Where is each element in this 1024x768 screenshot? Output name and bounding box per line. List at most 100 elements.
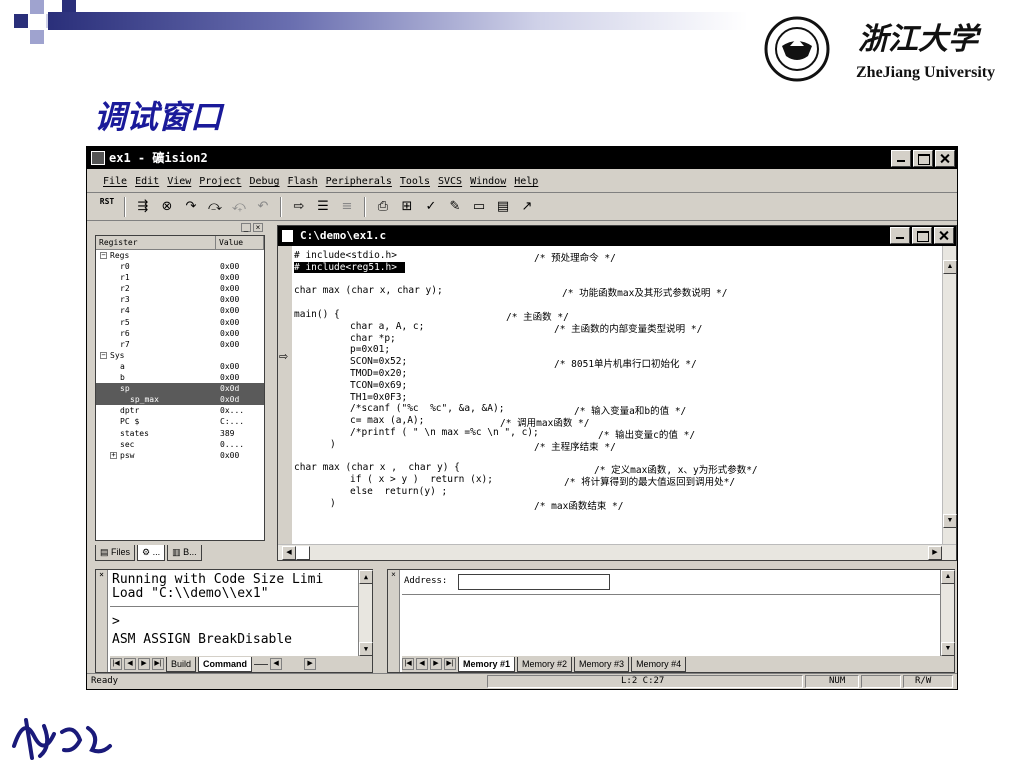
- panel-min-button[interactable]: _: [241, 223, 251, 232]
- tab-last-icon[interactable]: ▶|: [152, 658, 164, 670]
- tab-memory-2[interactable]: Memory #2: [517, 656, 573, 672]
- register-row[interactable]: a 0x00: [96, 361, 264, 372]
- register-row[interactable]: r5 0x00: [96, 317, 264, 328]
- editor-horizontal-scrollbar[interactable]: ◀ ▶: [278, 544, 956, 560]
- tab-command[interactable]: Command: [198, 656, 253, 672]
- step-over-icon[interactable]: ⤼: [205, 197, 225, 217]
- tab-memory-1[interactable]: Memory #1: [458, 656, 516, 672]
- code-line[interactable]: char max (char x , char y) {: [294, 462, 460, 473]
- memory-scrollbar[interactable]: ▲ ▼: [940, 570, 955, 656]
- memory-close-icon[interactable]: ×: [388, 570, 400, 672]
- register-row[interactable]: states 389: [96, 428, 264, 439]
- register-row[interactable]: b 0x00: [96, 372, 264, 383]
- code-line[interactable]: char *p;: [350, 333, 396, 344]
- menu-help[interactable]: Help: [514, 171, 538, 192]
- menu-peripherals[interactable]: Peripherals: [326, 171, 392, 192]
- code-coverage-icon[interactable]: ⊞: [397, 197, 417, 217]
- editor-close-button[interactable]: [934, 227, 954, 244]
- step-into-icon[interactable]: ↷: [181, 197, 201, 217]
- code-line[interactable]: /*printf ( " \n max =%c \n ", c);: [350, 427, 539, 438]
- command-line[interactable]: ASM ASSIGN BreakDisable: [112, 632, 292, 647]
- tab-files[interactable]: ▤ Files: [95, 545, 136, 561]
- h-scroll-right-icon[interactable]: ▶: [304, 658, 317, 670]
- panel-close-button[interactable]: ×: [253, 223, 263, 232]
- output-close-icon[interactable]: ×: [96, 570, 108, 672]
- mem-scroll-down-icon[interactable]: ▼: [941, 642, 955, 656]
- collapse-icon[interactable]: −: [100, 252, 107, 259]
- editor-titlebar[interactable]: C:\demo\ex1.c: [278, 226, 956, 246]
- reset-icon[interactable]: RST: [97, 197, 117, 217]
- register-row[interactable]: − Regs: [96, 250, 264, 261]
- tab-regs[interactable]: ⚙ ...: [137, 545, 166, 561]
- code-line[interactable]: c= max (a,A);: [350, 415, 424, 426]
- show-next-statement-icon[interactable]: ⇨: [289, 197, 309, 217]
- address-input[interactable]: [458, 574, 610, 590]
- code-line[interactable]: # include<reg51.h>: [294, 261, 405, 273]
- menu-window[interactable]: Window: [470, 171, 506, 192]
- watch-icon[interactable]: ⎙: [373, 197, 393, 217]
- code-line[interactable]: /*scanf ("%c %c", &a, &A);: [350, 403, 504, 414]
- expand-icon[interactable]: +: [110, 451, 117, 459]
- tab-memory-4[interactable]: Memory #4: [631, 656, 687, 672]
- scroll-right-icon[interactable]: ▶: [928, 546, 942, 560]
- tab-prev-icon[interactable]: ◀: [124, 658, 136, 670]
- maximize-button[interactable]: [913, 150, 933, 167]
- menu-tools[interactable]: Tools: [400, 171, 430, 192]
- close-button[interactable]: [935, 150, 955, 167]
- command-prompt[interactable]: >: [112, 614, 120, 629]
- register-row[interactable]: r1 0x00: [96, 272, 264, 283]
- mtab-last-icon[interactable]: ▶|: [444, 658, 456, 670]
- scroll-thumb[interactable]: [296, 546, 310, 560]
- menu-edit[interactable]: Edit: [135, 171, 159, 192]
- tab-books[interactable]: ▥ B...: [167, 545, 202, 561]
- col-value[interactable]: Value: [216, 236, 264, 249]
- tab-build[interactable]: Build: [166, 656, 197, 672]
- code-line[interactable]: ): [330, 498, 336, 509]
- code-line[interactable]: main() {: [294, 309, 340, 320]
- editor-vertical-scrollbar[interactable]: ▲ ▼: [942, 246, 957, 544]
- output-scrollbar[interactable]: ▲ ▼: [358, 570, 373, 656]
- register-row[interactable]: + psw 0x00: [96, 450, 264, 461]
- code-line[interactable]: if ( x > y ) return (x);: [350, 474, 493, 485]
- scroll-up-icon[interactable]: ▲: [943, 260, 957, 274]
- code-line[interactable]: # include<stdio.h>: [294, 250, 397, 261]
- code-line[interactable]: char max (char x, char y);: [294, 285, 443, 296]
- editor-maximize-button[interactable]: [912, 227, 932, 244]
- register-row[interactable]: r6 0x00: [96, 328, 264, 339]
- code-area[interactable]: # include<stdio.h> /* 预处理命令 */ # include<r…: [294, 248, 934, 544]
- menu-project[interactable]: Project: [199, 171, 241, 192]
- code-line[interactable]: TMOD=0x20;: [350, 368, 407, 379]
- tab-find[interactable]: [254, 663, 269, 665]
- h-scroll-left-icon[interactable]: ◀: [270, 658, 283, 670]
- toolbox-icon[interactable]: ▤: [493, 197, 513, 217]
- code-line[interactable]: ): [330, 439, 336, 450]
- register-row[interactable]: sp_max 0x0d: [96, 394, 264, 406]
- col-register[interactable]: Register: [96, 236, 216, 249]
- collapse-icon[interactable]: −: [100, 351, 107, 359]
- stop-icon[interactable]: ⊗: [157, 197, 177, 217]
- minimize-button[interactable]: [891, 150, 911, 167]
- mtab-prev-icon[interactable]: ◀: [416, 658, 428, 670]
- register-row[interactable]: PC $ C:...: [96, 416, 264, 427]
- menu-debug[interactable]: Debug: [249, 171, 279, 192]
- out-scroll-down-icon[interactable]: ▼: [359, 642, 373, 656]
- menu-flash[interactable]: Flash: [288, 171, 318, 192]
- mtab-first-icon[interactable]: |◀: [402, 658, 414, 670]
- code-line[interactable]: p=0x01;: [350, 344, 390, 355]
- register-row[interactable]: sec 0....: [96, 439, 264, 450]
- disassembly-icon[interactable]: ≡: [337, 197, 357, 217]
- register-row[interactable]: sp 0x0d: [96, 383, 264, 395]
- menu-svcs[interactable]: SVCS: [438, 171, 462, 192]
- breakpoint-icon[interactable]: ☰: [313, 197, 333, 217]
- code-line[interactable]: TH1=0x0F3;: [350, 392, 407, 403]
- code-line[interactable]: char a, A, c;: [350, 321, 424, 332]
- mem-scroll-up-icon[interactable]: ▲: [941, 570, 955, 584]
- code-line[interactable]: TCON=0x69;: [350, 380, 407, 391]
- code-line[interactable]: else return(y) ;: [350, 486, 447, 497]
- tab-first-icon[interactable]: |◀: [110, 658, 122, 670]
- window-titlebar[interactable]: ex1 - 礦ision2: [87, 147, 957, 169]
- tab-next-icon[interactable]: ▶: [138, 658, 150, 670]
- register-row[interactable]: r0 0x00: [96, 261, 264, 272]
- register-row[interactable]: − Sys: [96, 350, 264, 361]
- scroll-down-icon[interactable]: ▼: [943, 514, 957, 528]
